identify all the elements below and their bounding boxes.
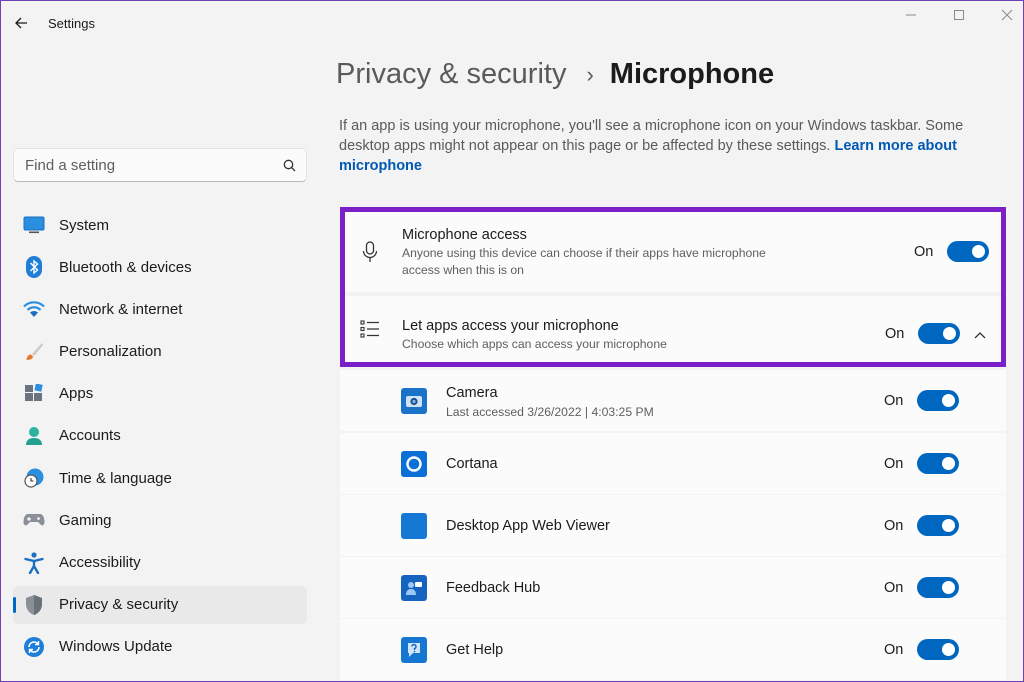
account-icon bbox=[23, 425, 45, 447]
sidebar-item-accessibility[interactable]: Accessibility bbox=[13, 544, 307, 582]
brush-icon bbox=[23, 341, 45, 363]
chevron-up-icon[interactable] bbox=[974, 326, 986, 344]
web-viewer-icon bbox=[401, 513, 427, 539]
app-row-desktop-app-web-viewer: Desktop App Web Viewer On bbox=[340, 495, 1006, 556]
sidebar-item-network[interactable]: Network & internet bbox=[13, 290, 307, 328]
sidebar-item-privacy-security[interactable]: Privacy & security bbox=[13, 585, 307, 624]
sidebar-nav: System Bluetooth & devices Network & int… bbox=[13, 206, 307, 670]
sidebar-item-label: Personalization bbox=[59, 343, 162, 361]
sidebar-item-label: Network & internet bbox=[59, 300, 183, 318]
search-box bbox=[13, 148, 307, 182]
toggle-state-label: On bbox=[884, 579, 904, 596]
app-name: Cortana bbox=[446, 456, 498, 472]
app-name: Feedback Hub bbox=[446, 580, 541, 596]
app-name: Camera bbox=[446, 385, 498, 401]
clock-globe-icon bbox=[23, 467, 45, 489]
get-help-toggle[interactable] bbox=[917, 639, 960, 660]
camera-toggle[interactable] bbox=[917, 390, 960, 411]
app-row-feedback-hub: Feedback Hub On bbox=[340, 557, 1006, 618]
microphone-access-toggle[interactable] bbox=[947, 241, 990, 262]
app-name: Get Help bbox=[446, 642, 504, 658]
list-icon bbox=[358, 317, 382, 341]
sidebar-item-label: Accessibility bbox=[59, 554, 141, 571]
sidebar-item-label: Apps bbox=[59, 385, 94, 403]
desktop-app-web-viewer-toggle[interactable] bbox=[917, 515, 960, 536]
sidebar-item-bluetooth[interactable]: Bluetooth & devices bbox=[13, 248, 307, 286]
search-input[interactable] bbox=[14, 156, 272, 174]
app-title: Settings bbox=[48, 16, 95, 31]
microphone-icon bbox=[358, 240, 382, 264]
breadcrumb: Privacy & security › Microphone bbox=[336, 58, 774, 91]
setting-subtitle: Choose which apps can access your microp… bbox=[402, 337, 667, 351]
sidebar-item-accounts[interactable]: Accounts bbox=[13, 417, 307, 455]
microphone-access-setting: Microphone access Anyone using this devi… bbox=[340, 212, 1006, 292]
setting-title: Let apps access your microphone bbox=[402, 318, 619, 334]
sidebar-item-label: Accounts bbox=[59, 427, 121, 445]
toggle-state-label: On bbox=[884, 455, 904, 472]
close-button[interactable] bbox=[992, 4, 1022, 26]
apps-icon bbox=[23, 383, 45, 405]
app-name: Desktop App Web Viewer bbox=[446, 518, 610, 534]
toggle-state-label: On bbox=[884, 392, 904, 409]
maximize-button[interactable] bbox=[944, 4, 974, 26]
sidebar-item-time-language[interactable]: Time & language bbox=[13, 459, 307, 497]
get-help-icon bbox=[401, 637, 427, 663]
gamepad-icon bbox=[23, 509, 45, 531]
let-apps-access-setting[interactable]: Let apps access your microphone Choose w… bbox=[340, 296, 1006, 362]
minimize-icon bbox=[906, 14, 916, 16]
back-arrow-icon bbox=[15, 17, 27, 29]
cortana-toggle[interactable] bbox=[917, 453, 960, 474]
sidebar-item-label: Windows Update bbox=[59, 638, 173, 656]
page-description: If an app is using your microphone, you'… bbox=[339, 116, 989, 176]
feedback-hub-toggle[interactable] bbox=[917, 577, 960, 598]
wifi-icon bbox=[23, 298, 45, 320]
breadcrumb-separator: › bbox=[586, 61, 594, 87]
let-apps-access-toggle[interactable] bbox=[918, 323, 961, 344]
cortana-icon bbox=[401, 451, 427, 477]
app-row-cortana: Cortana On bbox=[340, 433, 1006, 494]
sidebar-item-label: Time & language bbox=[59, 469, 172, 487]
setting-title: Microphone access bbox=[402, 227, 527, 243]
breadcrumb-parent-link[interactable]: Privacy & security bbox=[336, 58, 566, 91]
close-icon bbox=[1001, 9, 1013, 21]
sidebar-item-label: System bbox=[59, 216, 110, 234]
sidebar-item-apps[interactable]: Apps bbox=[13, 375, 307, 413]
maximize-icon bbox=[954, 10, 964, 20]
sidebar-item-windows-update[interactable]: Windows Update bbox=[13, 628, 307, 666]
sidebar-item-personalization[interactable]: Personalization bbox=[13, 333, 307, 371]
sidebar-item-system[interactable]: System bbox=[13, 206, 307, 244]
page-title: Microphone bbox=[609, 58, 775, 90]
title-bar: Settings bbox=[0, 0, 1024, 44]
bluetooth-icon bbox=[23, 256, 45, 279]
toggle-state-label: On bbox=[914, 243, 934, 260]
toggle-state-label: On bbox=[884, 641, 904, 658]
toggle-state-label: On bbox=[885, 325, 905, 342]
system-icon bbox=[23, 214, 45, 236]
minimize-button[interactable] bbox=[896, 4, 926, 26]
app-row-get-help: Get Help On bbox=[340, 619, 1006, 680]
back-button[interactable] bbox=[10, 12, 32, 34]
search-icon[interactable] bbox=[272, 149, 306, 181]
shield-icon bbox=[23, 594, 45, 616]
app-row-camera: Camera Last accessed 3/26/2022 | 4:03:25… bbox=[340, 370, 1006, 431]
setting-subtitle: Anyone using this device can choose if t… bbox=[402, 246, 766, 277]
app-last-accessed: Last accessed 3/26/2022 | 4:03:25 PM bbox=[446, 405, 654, 419]
sidebar-item-gaming[interactable]: Gaming bbox=[13, 501, 307, 539]
feedback-hub-icon bbox=[401, 575, 427, 601]
toggle-state-label: On bbox=[884, 517, 904, 534]
sidebar-item-label: Privacy & security bbox=[59, 596, 179, 614]
accessibility-icon bbox=[23, 551, 45, 574]
sidebar-item-label: Bluetooth & devices bbox=[59, 258, 192, 276]
update-icon bbox=[23, 636, 45, 658]
camera-icon bbox=[401, 388, 427, 414]
sidebar-item-label: Gaming bbox=[59, 511, 112, 529]
